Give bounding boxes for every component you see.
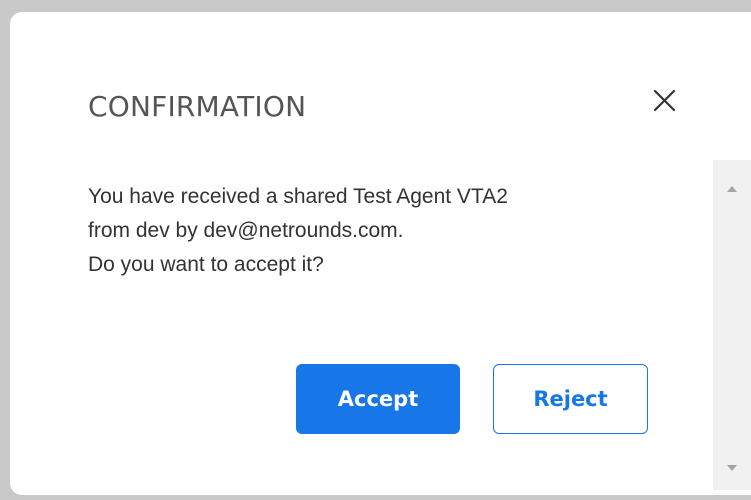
message-line-2: from dev by dev@netrounds.com. [88,219,404,242]
close-button[interactable] [650,86,680,116]
confirmation-dialog: CONFIRMATION You have received a shared … [10,12,751,495]
reject-button[interactable]: Reject [493,364,648,434]
close-icon [653,89,676,112]
scroll-down-arrow-icon[interactable] [727,465,737,471]
dialog-message: You have received a shared Test Agent VT… [88,180,708,282]
message-line-3: Do you want to accept it? [88,253,324,276]
message-line-1: You have received a shared Test Agent VT… [88,185,508,208]
accept-button[interactable]: Accept [296,364,460,434]
vertical-scrollbar[interactable] [713,160,751,490]
scroll-up-arrow-icon[interactable] [727,186,737,192]
dialog-title: CONFIRMATION [88,90,307,123]
